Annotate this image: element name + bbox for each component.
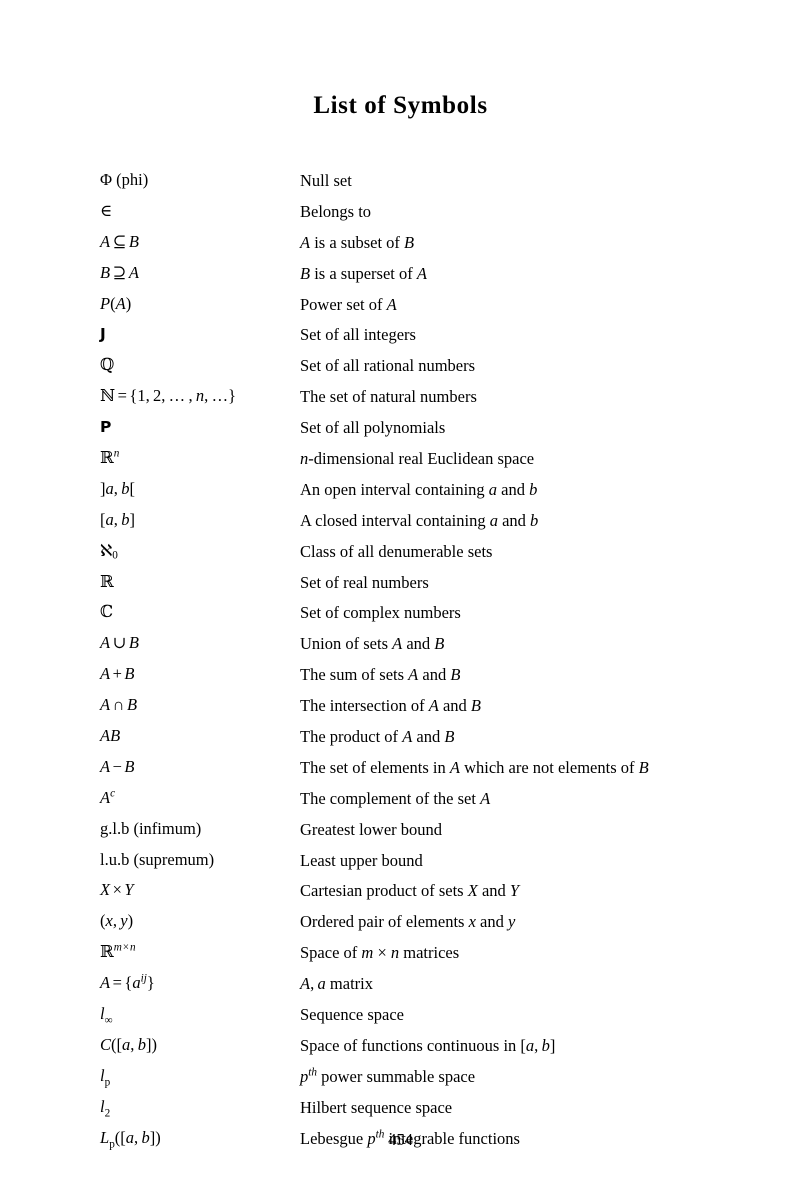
table-row: ]a, b[ An open interval containing a and… <box>100 479 710 501</box>
description-cell: Belongs to <box>300 201 372 221</box>
symbol-cell: ℚ <box>100 355 115 375</box>
symbol-cell: [a, b] <box>100 509 135 529</box>
description-cell: Union of sets A and B <box>300 634 445 654</box>
description-cell: Set of all rational numbers <box>300 356 476 376</box>
symbol-cell: C([a, b]) <box>100 1034 157 1054</box>
description-cell: The complement of the set A <box>300 788 491 808</box>
table-row: (x, y) Ordered pair of elements x and y <box>100 911 710 933</box>
description-cell: Sequence space <box>300 1005 404 1025</box>
description-cell: Class of all denumerable sets <box>300 541 493 561</box>
description-cell: An open interval containing a and b <box>300 479 538 499</box>
description-cell: Hilbert sequence space <box>300 1097 453 1117</box>
description-cell: pth power summable space <box>300 1066 476 1086</box>
symbol-cell: ℝm × n <box>100 941 136 962</box>
table-row: ℵ0 Class of all denumerable sets <box>100 541 710 563</box>
table-row: A ⊆ B A is a subset of B <box>100 232 710 254</box>
description-cell: A closed interval containing a and b <box>300 510 539 530</box>
description-cell: Power set of A <box>300 294 397 314</box>
document-page: List of Symbols Φ (phi) Null set ∈ Belon… <box>0 0 801 1201</box>
table-row: ∈ Belongs to <box>100 201 710 223</box>
table-row: Φ (phi) Null set <box>100 170 710 192</box>
table-row: A ∪ B Union of sets A and B <box>100 633 710 655</box>
symbol-cell: P(A) <box>100 293 132 313</box>
symbol-cell: Ac <box>100 787 116 807</box>
description-cell: The product of A and B <box>300 727 455 747</box>
description-cell: n-dimensional real Euclidean space <box>300 449 535 469</box>
table-row: J Set of all integers <box>100 324 710 346</box>
symbol-cell: ]a, b[ <box>100 478 135 498</box>
page-number: 454 <box>388 1130 413 1149</box>
symbol-cell: A − B <box>100 756 135 776</box>
table-row: ℝ Set of real numbers <box>100 572 710 594</box>
symbol-cell: ∈ <box>100 200 113 220</box>
description-cell: The intersection of A and B <box>300 696 482 716</box>
table-row: lp pth power summable space <box>100 1066 710 1088</box>
symbol-cell: ℕ = {1, 2, … , n, …} <box>100 386 237 406</box>
symbol-cell: A ⊆ B <box>100 231 140 251</box>
symbol-cell: J <box>100 325 106 344</box>
description-cell: The set of elements in A which are not e… <box>300 757 649 777</box>
description-cell: Space of functions continuous in [a, b] <box>300 1035 556 1055</box>
description-cell: Set of complex numbers <box>300 603 461 623</box>
symbol-cell: A ∪ B <box>100 633 140 653</box>
symbol-cell: P <box>100 418 112 437</box>
table-row: B ⊇ A B is a superset of A <box>100 263 710 285</box>
description-cell: Space of m × n matrices <box>300 943 460 963</box>
symbol-cell: g.l.b (infimum) <box>100 818 202 838</box>
symbol-cell: ℵ0 <box>100 540 118 562</box>
description-cell: Set of real numbers <box>300 572 429 592</box>
description-cell: The set of natural numbers <box>300 387 477 407</box>
table-row: A ∩ B The intersection of A and B <box>100 695 710 717</box>
description-cell: The sum of sets A and B <box>300 665 461 685</box>
table-row: AB The product of A and B <box>100 726 710 748</box>
symbol-cell: ℂ <box>100 602 114 622</box>
description-cell: Set of all polynomials <box>300 418 446 438</box>
symbol-cell: lp <box>100 1065 111 1089</box>
symbol-cell: B ⊇ A <box>100 262 140 282</box>
symbol-cell: A = {aij} <box>100 972 155 993</box>
symbol-list-table: Φ (phi) Null set ∈ Belongs to A ⊆ B A is a… <box>100 170 710 1159</box>
table-row: C([a, b]) Space of functions continuous … <box>100 1035 710 1057</box>
table-row: A = {aij} A, a matrix <box>100 973 710 995</box>
description-cell: A is a subset of B <box>300 232 415 252</box>
description-cell: A, a matrix <box>300 974 373 994</box>
table-row: A − B The set of elements in A which are n… <box>100 757 710 779</box>
symbol-cell: A ∩ B <box>100 695 138 715</box>
symbol-cell: l2 <box>100 1096 111 1120</box>
table-row: ℕ = {1, 2, … , n, …} The set of natural nu… <box>100 386 710 408</box>
description-cell: Cartesian product of sets X and Y <box>300 881 520 901</box>
symbol-cell: l.u.b (supremum) <box>100 849 215 869</box>
table-row: A + B The sum of sets A and B <box>100 664 710 686</box>
symbol-cell: X × Y <box>100 880 134 900</box>
table-row: [a, b] A closed interval containing a an… <box>100 510 710 532</box>
table-row: g.l.b (infimum) Greatest lower bound <box>100 819 710 841</box>
table-row: ℂ Set of complex numbers <box>100 602 710 624</box>
description-cell: Null set <box>300 171 352 190</box>
description-cell: Least upper bound <box>300 850 423 870</box>
symbol-cell: ℝ <box>100 571 114 591</box>
symbol-cell: ℝn <box>100 447 120 468</box>
table-row: P Set of all polynomials <box>100 417 710 439</box>
page-title: List of Symbols <box>313 92 488 119</box>
table-row: X × Y Cartesian product of sets X and Y <box>100 880 710 902</box>
description-cell: Set of all integers <box>300 325 416 345</box>
symbol-cell: Φ (phi) <box>100 170 149 189</box>
table-row: ℚ Set of all rational numbers <box>100 355 710 377</box>
table-row: l∞ Sequence space <box>100 1004 710 1026</box>
table-row: l.u.b (supremum) Least upper bound <box>100 850 710 872</box>
description-cell: B is a superset of A <box>300 263 427 283</box>
table-row: l2 Hilbert sequence space <box>100 1097 710 1119</box>
description-cell: Ordered pair of elements x and y <box>300 912 516 932</box>
table-row: ℝn n-dimensional real Euclidean space <box>100 448 710 470</box>
symbol-cell: AB <box>100 726 121 746</box>
table-row: Ac The complement of the set A <box>100 788 710 810</box>
table-row: ℝm × n Space of m × n matrices <box>100 942 710 964</box>
symbol-cell: (x, y) <box>100 911 134 931</box>
description-cell: Greatest lower bound <box>300 819 443 839</box>
symbol-cell: A + B <box>100 664 135 684</box>
table-row: P(A) Power set of A <box>100 294 710 316</box>
symbol-cell: l∞ <box>100 1004 113 1027</box>
